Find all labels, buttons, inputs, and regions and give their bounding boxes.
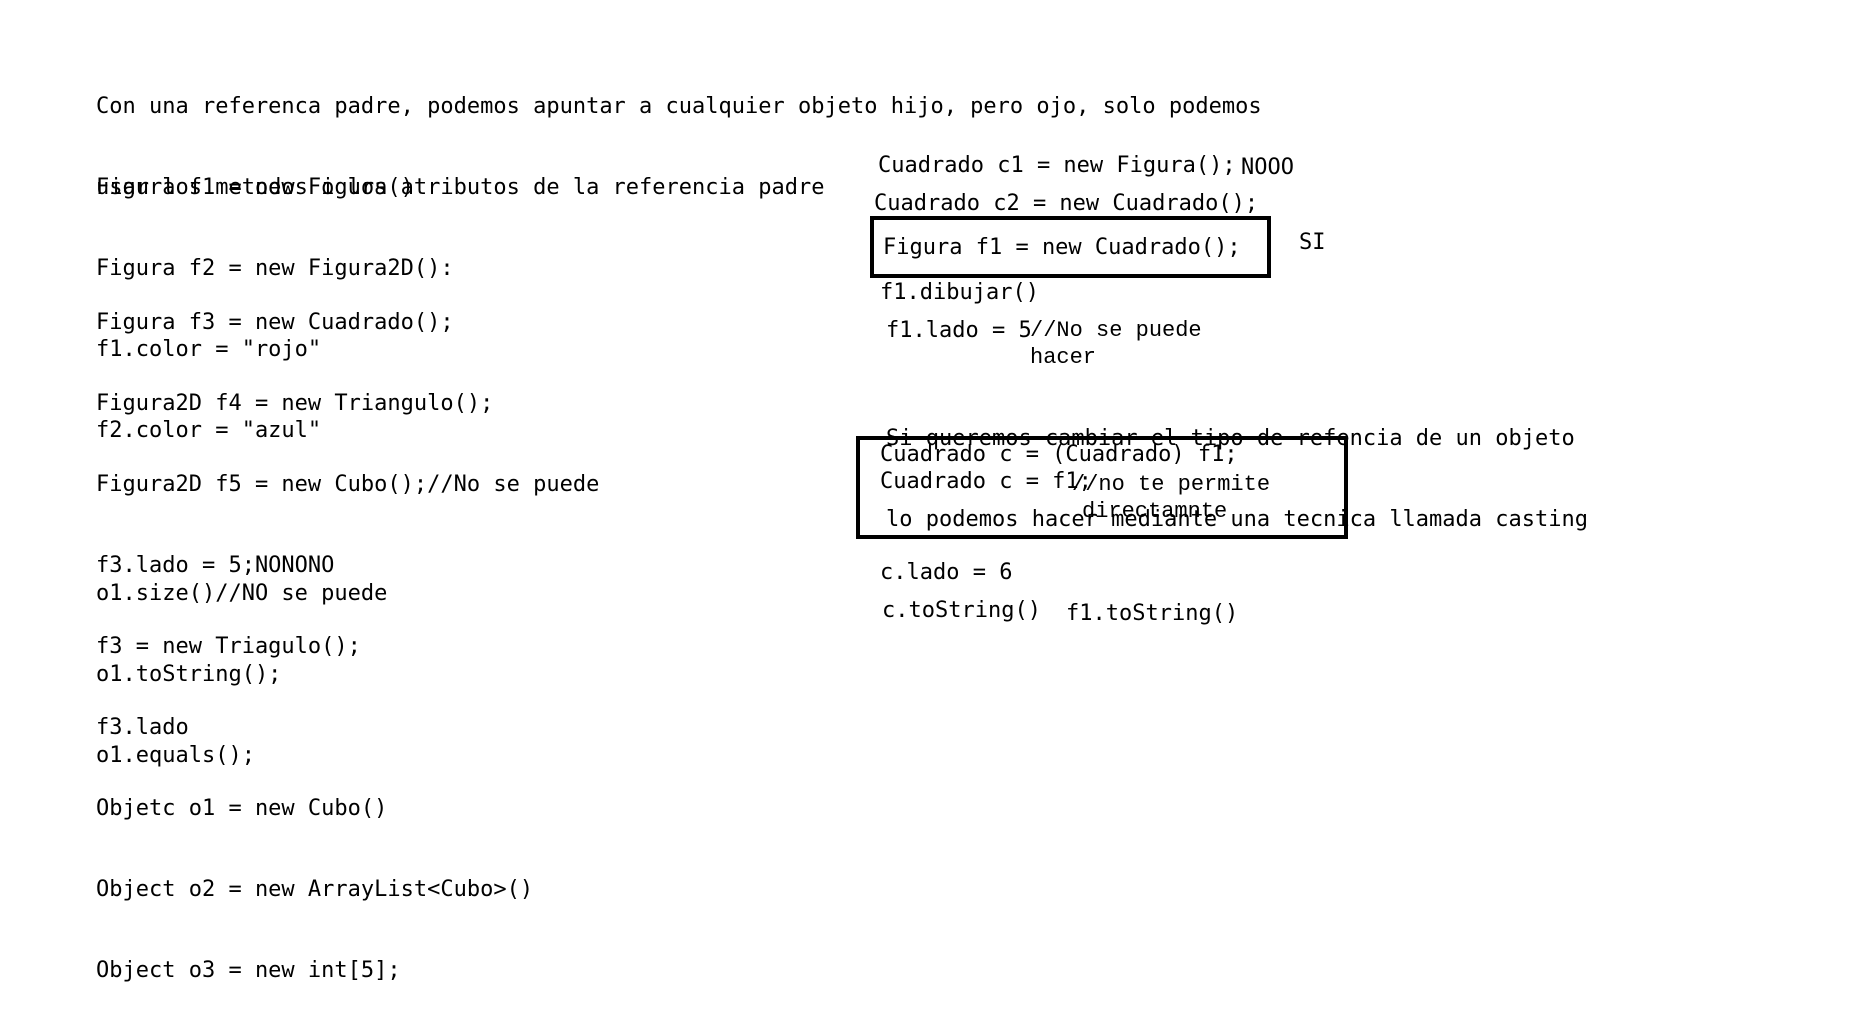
code-line: o1.size()//NO se puede [96,581,388,606]
code-line-f1-cuadrado: Figura f1 = new Cuadrado(); [883,235,1241,260]
comment-no-se-puede: //No se puede [1030,318,1202,343]
annotation-si: SI [1299,230,1326,255]
code-line: o1.equals(); [96,743,255,768]
code-line-dibujar: f1.dibujar() [880,280,1039,305]
code-line-c-tostring: c.toString() [882,598,1041,623]
code-line: Object o2 = new ArrayList<Cubo>() [96,877,534,902]
code-line: Objetc o1 = new Cubo() [96,796,388,821]
code-line-cast-1: Cuadrado c = (Cuadrado) f1; [880,442,1238,467]
annotation-nooo: NOOO [1241,155,1294,180]
code-line: o1.toString(); [96,662,282,687]
comment-directamnte: directamnte [1082,499,1228,524]
code-line: Figura f1 = new Figura() [96,175,414,200]
code-line-c-lado: c.lado = 6 [880,560,1013,585]
code-line: Figura2D f5 = new Cubo();//No se puede [96,472,600,497]
code-line: Object o3 = new int[5]; [96,958,401,983]
code-block-object-methods: o1.size()//NO se puede o1.toString(); o1… [96,526,387,796]
code-line-lado: f1.lado = 5 [886,318,1032,343]
code-line: Figura2D f4 = new Triangulo(); [96,391,494,416]
code-line-c2: Cuadrado c2 = new Cuadrado(); [874,191,1259,216]
code-line: Figura f3 = new Cuadrado(); [96,310,454,335]
code-line-f1-tostring: f1.toString() [1066,601,1239,626]
intro-line: Con una referenca padre, podemos apuntar… [96,94,1262,119]
comment-hacer: hacer [1030,345,1097,370]
comment-no-te-permite: //no te permite [1072,472,1271,497]
code-line-c1: Cuadrado c1 = new Figura(); [878,153,1236,178]
code-line-cast-2: Cuadrado c = f1; [880,469,1092,494]
canvas: { "intro": [ "Con una referenca padre, p… [0,0,1853,983]
